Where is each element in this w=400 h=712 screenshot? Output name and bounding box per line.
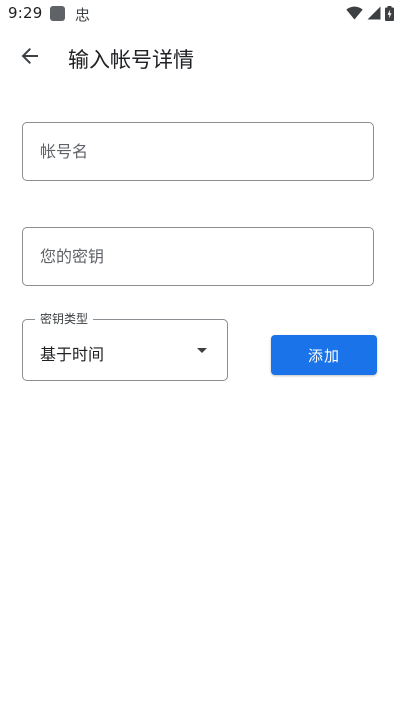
secret-key-field[interactable] xyxy=(22,227,374,286)
page-title: 输入帐号详情 xyxy=(68,48,194,72)
arrow-back-icon xyxy=(20,46,40,70)
back-button[interactable] xyxy=(12,42,48,74)
key-type-select[interactable]: 密钥类型 基于时间 xyxy=(22,311,228,381)
account-name-input[interactable] xyxy=(23,123,373,180)
battery-charging-icon xyxy=(385,5,394,21)
wifi-icon xyxy=(346,6,363,20)
key-type-label: 密钥类型 xyxy=(35,311,94,327)
secret-key-input[interactable] xyxy=(23,228,373,285)
key-type-value: 基于时间 xyxy=(40,345,105,364)
dropdown-arrow-icon xyxy=(197,348,207,353)
bug-icon: 忠 xyxy=(75,6,91,24)
signal-icon xyxy=(367,6,381,20)
app-bar: 输入帐号详情 xyxy=(0,36,400,80)
add-button[interactable]: 添加 xyxy=(271,335,377,375)
status-bar: 9:29 忠 xyxy=(0,0,400,28)
app-square-icon xyxy=(50,6,65,21)
status-icons xyxy=(346,5,394,21)
account-name-field[interactable] xyxy=(22,122,374,181)
status-time: 9:29 xyxy=(8,4,43,22)
